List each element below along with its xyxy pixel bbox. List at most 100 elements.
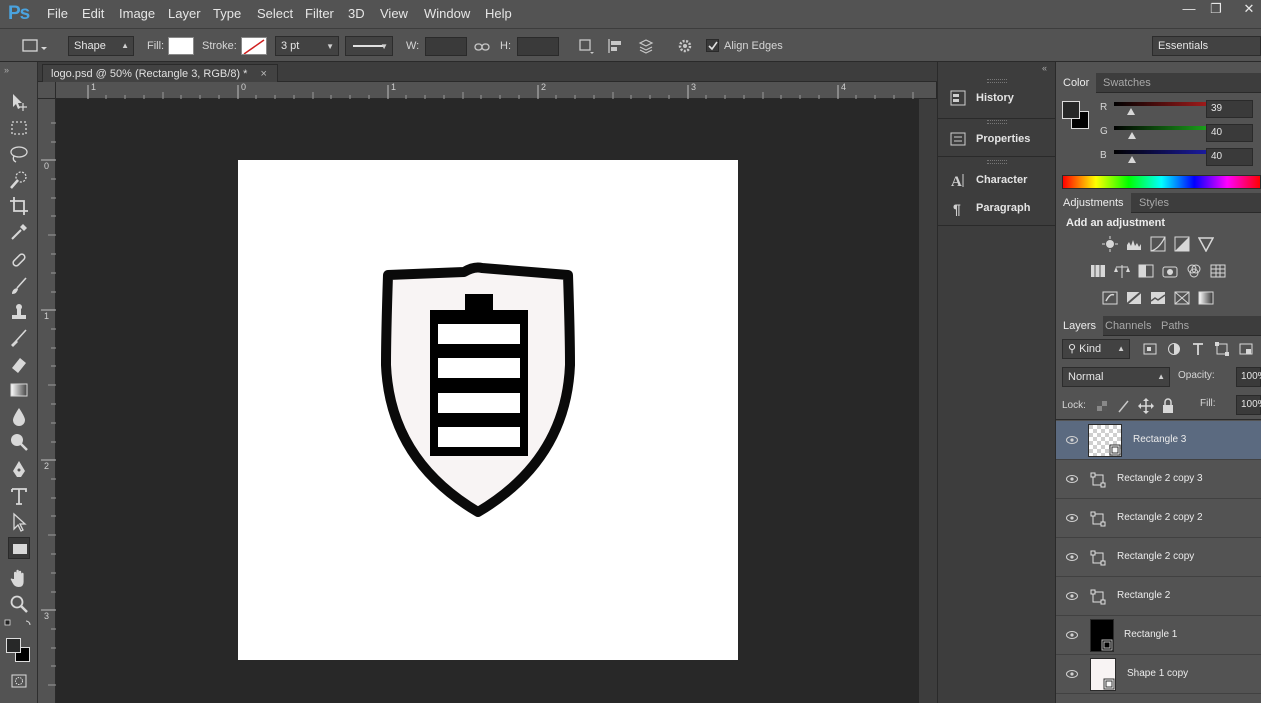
layer-row[interactable]: Shape 1 copy — [1056, 655, 1261, 694]
layer-row[interactable]: Rectangle 3 — [1056, 421, 1261, 460]
blend-mode-select[interactable]: Normal ▲ — [1062, 367, 1170, 387]
layer-row[interactable]: Rectangle 2 — [1056, 577, 1261, 616]
minimize-button[interactable]: — — [1177, 1, 1201, 19]
marquee-tool-icon[interactable] — [8, 117, 30, 139]
stroke-swatch[interactable] — [241, 37, 267, 55]
lasso-tool-icon[interactable] — [8, 143, 30, 165]
filter-type-layers-icon[interactable] — [1190, 341, 1206, 357]
ruler-origin[interactable] — [38, 82, 56, 99]
vertical-scrollbar[interactable] — [919, 99, 937, 703]
eye-icon[interactable] — [1066, 629, 1078, 641]
gear-icon[interactable] — [676, 37, 696, 55]
blue-slider-thumb[interactable] — [1127, 156, 1136, 163]
layer-row[interactable]: Rectangle 2 copy 3 — [1056, 460, 1261, 499]
properties-panel-button[interactable]: Properties — [948, 129, 1048, 149]
expand-panels-icon[interactable]: « — [1042, 63, 1047, 73]
posterize-icon[interactable] — [1126, 290, 1142, 306]
red-slider-thumb[interactable] — [1127, 108, 1136, 115]
pen-tool-icon[interactable] — [8, 459, 30, 481]
green-slider-thumb[interactable] — [1127, 132, 1136, 139]
filter-adjustment-layers-icon[interactable] — [1166, 341, 1182, 357]
path-arrangement-icon[interactable] — [636, 37, 656, 55]
workspace-switcher[interactable]: Essentials — [1152, 36, 1261, 56]
exposure-icon[interactable] — [1174, 236, 1190, 252]
panel-grip[interactable] — [987, 120, 1007, 124]
curves-icon[interactable] — [1150, 236, 1166, 252]
close-window-button[interactable]: ✕ — [1237, 1, 1261, 19]
rectangle-tool-icon[interactable] — [8, 537, 30, 559]
history-panel-button[interactable]: History — [948, 88, 1048, 108]
lock-transparent-pixels-icon[interactable] — [1094, 398, 1110, 414]
width-input[interactable] — [425, 37, 467, 56]
opacity-input[interactable]: 100% — [1236, 367, 1261, 387]
tab-channels[interactable]: Channels — [1098, 316, 1158, 336]
layer-row[interactable]: Rectangle 2 copy — [1056, 538, 1261, 577]
green-value-input[interactable]: 40 — [1206, 124, 1253, 142]
lock-all-icon[interactable] — [1160, 398, 1176, 414]
eye-icon[interactable] — [1066, 434, 1078, 446]
selective-color-icon[interactable] — [1174, 290, 1190, 306]
filter-smart-objects-icon[interactable] — [1238, 341, 1254, 357]
brush-tool-icon[interactable] — [8, 275, 30, 297]
tab-color[interactable]: Color — [1056, 73, 1097, 93]
eye-icon[interactable] — [1066, 590, 1078, 602]
menu-help[interactable]: Help — [485, 6, 512, 21]
fill-opacity-input[interactable]: 100% — [1236, 395, 1261, 415]
character-panel-button[interactable]: A Character — [948, 170, 1048, 190]
stroke-type-select[interactable]: ▼ — [345, 36, 393, 56]
crop-tool-icon[interactable] — [8, 195, 30, 217]
stroke-width-field[interactable]: 3 pt ▼ — [275, 36, 339, 56]
tab-swatches[interactable]: Swatches — [1096, 73, 1158, 93]
gradient-tool-icon[interactable] — [8, 379, 30, 401]
eyedropper-tool-icon[interactable] — [8, 221, 30, 243]
menu-layer[interactable]: Layer — [168, 6, 201, 21]
hand-tool-icon[interactable] — [8, 567, 30, 589]
filter-shape-layers-icon[interactable] — [1214, 341, 1230, 357]
color-lookup-icon[interactable] — [1210, 263, 1226, 279]
filter-pixel-layers-icon[interactable] — [1142, 341, 1158, 357]
gradient-map-icon[interactable] — [1198, 290, 1214, 306]
menu-file[interactable]: File — [47, 6, 68, 21]
panel-grip[interactable] — [987, 79, 1007, 83]
tool-preset-picker[interactable] — [8, 36, 48, 56]
threshold-icon[interactable] — [1150, 290, 1166, 306]
document-canvas[interactable] — [238, 160, 738, 660]
invert-icon[interactable] — [1102, 290, 1118, 306]
menu-edit[interactable]: Edit — [82, 6, 104, 21]
align-edges-checkbox[interactable] — [706, 39, 719, 52]
move-tool-icon[interactable] — [8, 91, 30, 113]
blue-value-input[interactable]: 40 — [1206, 148, 1253, 166]
channel-mixer-icon[interactable] — [1186, 263, 1202, 279]
eye-icon[interactable] — [1066, 512, 1078, 524]
quick-mask-icon[interactable] — [10, 673, 28, 689]
healing-brush-tool-icon[interactable] — [8, 249, 30, 271]
layer-filter-kind-select[interactable]: ⚲ Kind ▲ — [1062, 339, 1130, 359]
eraser-tool-icon[interactable] — [8, 353, 30, 375]
hue-saturation-icon[interactable] — [1090, 263, 1106, 279]
quick-selection-tool-icon[interactable] — [8, 169, 30, 191]
menu-image[interactable]: Image — [119, 6, 155, 21]
eye-icon[interactable] — [1066, 473, 1078, 485]
photo-filter-icon[interactable] — [1162, 263, 1178, 279]
menu-window[interactable]: Window — [424, 6, 470, 21]
shape-mode-select[interactable]: Shape ▲ — [68, 36, 134, 56]
black-white-icon[interactable] — [1138, 263, 1154, 279]
dodge-tool-icon[interactable] — [8, 431, 30, 453]
tab-adjustments[interactable]: Adjustments — [1056, 193, 1131, 213]
menu-3d[interactable]: 3D — [348, 6, 365, 21]
brightness-contrast-icon[interactable] — [1102, 236, 1118, 252]
levels-icon[interactable] — [1126, 236, 1142, 252]
layer-row[interactable]: Rectangle 2 copy 2 — [1056, 499, 1261, 538]
menu-type[interactable]: Type — [213, 6, 241, 21]
color-spectrum-bar[interactable] — [1062, 175, 1261, 189]
zoom-tool-icon[interactable] — [8, 593, 30, 615]
tab-paths[interactable]: Paths — [1154, 316, 1196, 336]
layer-row[interactable]: Rectangle 1 — [1056, 616, 1261, 655]
restore-button[interactable]: ❐ — [1204, 1, 1228, 19]
path-alignment-icon[interactable] — [606, 37, 626, 55]
fill-swatch[interactable] — [168, 37, 194, 55]
red-value-input[interactable]: 39 — [1206, 100, 1253, 118]
history-brush-tool-icon[interactable] — [8, 327, 30, 349]
color-balance-icon[interactable] — [1114, 263, 1130, 279]
menu-filter[interactable]: Filter — [305, 6, 334, 21]
